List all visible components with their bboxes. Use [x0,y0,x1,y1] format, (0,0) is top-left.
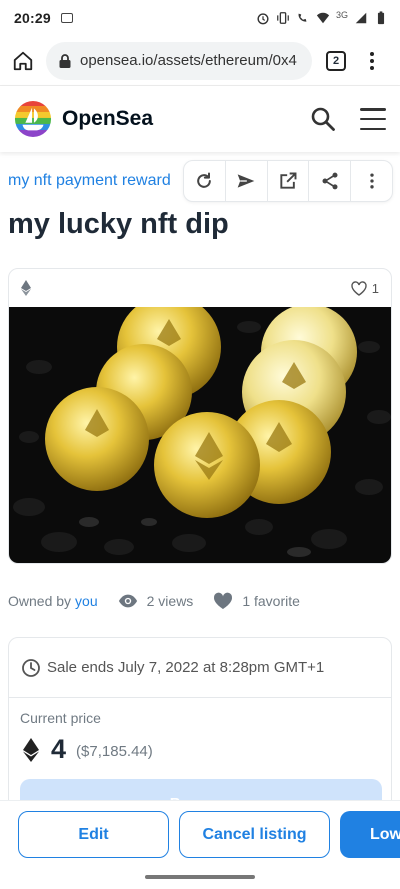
more-vertical-icon [369,173,374,189]
transfer-button[interactable] [226,161,268,201]
ethereum-icon [21,280,31,296]
open-external-button[interactable] [268,161,310,201]
owned-by-label: Owned by [8,593,72,609]
more-options-button[interactable] [351,161,392,201]
home-button[interactable] [8,46,38,76]
wifi-call-icon [298,13,307,22]
gesture-navigation-bar[interactable] [0,868,400,889]
edit-button[interactable]: Edit [18,811,169,858]
opensea-logo-icon[interactable] [14,100,52,138]
lock-icon [59,53,71,68]
favorites-stat[interactable]: 1 favorite [213,592,300,610]
favorite-toggle[interactable]: 1 [351,281,379,296]
asset-action-group [183,160,393,202]
media-card-header: 1 [9,269,391,307]
search-icon[interactable] [310,106,336,132]
brand-name: OpenSea [62,107,154,130]
refresh-icon [197,172,212,188]
network-type: 3G [335,10,348,20]
hamburger-menu-button[interactable] [360,108,386,130]
home-icon [13,51,33,70]
site-header: OpenSea [0,86,400,152]
signal-icon [355,12,367,24]
battery-icon [377,11,385,25]
views-count: 2 views [146,593,194,609]
owner-link[interactable]: you [75,593,98,609]
price-usd: ($7,185.44) [76,743,153,760]
asset-stats: Owned by you 2 views 1 favorite [8,590,392,612]
heart-outline-icon [351,280,367,296]
share-icon [322,172,338,190]
send-icon [237,174,255,188]
asset-title: my lucky nft dip [8,208,229,240]
lower-price-button[interactable]: Lower price [340,811,400,858]
share-button[interactable] [309,161,352,201]
views-stat: 2 views [118,592,194,610]
status-time: 20:29 [14,10,51,26]
url-text: opensea.io/assets/ethereum/0x4 [80,52,297,69]
browser-menu-button[interactable] [364,51,380,70]
eye-icon [118,594,137,608]
alarm-icon [257,13,269,25]
external-link-icon [280,172,297,189]
current-price-label: Current price [20,710,101,726]
cancel-listing-button[interactable]: Cancel listing [179,811,330,858]
heart-icon [214,592,233,609]
favorites-count: 1 favorite [242,593,300,609]
sale-ends-text: Sale ends July 7, 2022 at 8:28pm GMT+1 [47,659,325,676]
asset-media-card: 1 [8,268,392,564]
collection-row: my nft payment reward [0,160,400,202]
listing-action-bar: Edit Cancel listing Lower price [0,800,400,868]
url-bar[interactable]: opensea.io/assets/ethereum/0x4 [46,41,312,80]
refresh-button[interactable] [184,161,226,201]
price-row: 4 ($7,185.44) [23,734,391,765]
browser-toolbar: opensea.io/assets/ethereum/0x4 2 [0,36,400,86]
price-value: 4 [51,734,67,764]
clock-icon [22,658,40,677]
nft-image[interactable] [9,307,392,563]
status-bar: 20:29 3G [0,0,400,36]
tab-switcher-button[interactable]: 2 [326,50,346,71]
wifi-icon [316,12,330,24]
sale-ends-row: Sale ends July 7, 2022 at 8:28pm GMT+1 [9,638,391,698]
vibrate-icon [277,12,289,24]
collection-link[interactable]: my nft payment reward [8,172,171,190]
favorite-count: 1 [371,280,379,296]
ethereum-icon [23,737,39,762]
status-icons: 3G [256,10,388,25]
message-notification-icon [60,13,73,23]
